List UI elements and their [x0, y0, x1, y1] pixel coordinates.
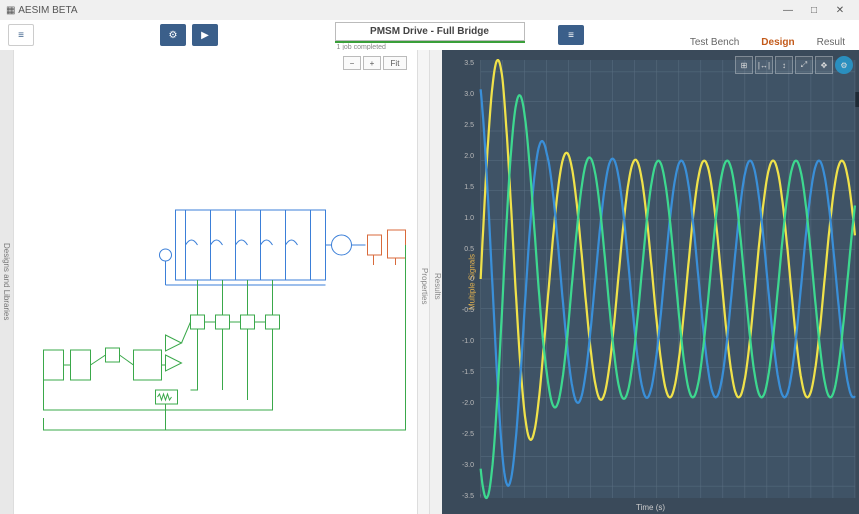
- toolbar: ≡ ⚙ ▶ PMSM Drive - Full Bridge 1 job com…: [0, 20, 859, 50]
- project-title-box: PMSM Drive - Full Bridge 1 job completed: [335, 22, 525, 51]
- main: Designs and Libraries − + Fit: [0, 50, 859, 514]
- gear-icon: ⚙: [169, 30, 178, 41]
- app-title: AESIM BETA: [18, 5, 77, 16]
- gear-icon: ⚙: [840, 61, 847, 70]
- chart-canvas[interactable]: [442, 50, 859, 514]
- results-panel: ⊞ |↔| ↕ ⤢ ✥ ⚙ Multiple Signals Time (s) …: [442, 50, 859, 514]
- titlebar: ▦ AESIM BETA — □ ✕: [0, 0, 859, 20]
- zoom-controls: − + Fit: [343, 56, 407, 70]
- schematic-canvas[interactable]: [14, 90, 417, 490]
- properties-rail[interactable]: Properties: [418, 50, 430, 514]
- maximize-button[interactable]: □: [801, 1, 827, 19]
- design-panel[interactable]: − + Fit: [14, 50, 418, 514]
- chart-reset-button[interactable]: ⊞: [735, 56, 753, 74]
- chart-pan-button[interactable]: ✥: [815, 56, 833, 74]
- chart-toolbar: ⊞ |↔| ↕ ⤢ ✥ ⚙: [735, 56, 853, 74]
- run-button[interactable]: ▶: [192, 24, 218, 46]
- designs-libraries-rail[interactable]: Designs and Libraries: [0, 50, 14, 514]
- minimize-button[interactable]: —: [775, 1, 801, 19]
- zoom-out-button[interactable]: −: [343, 56, 361, 70]
- chart-expand-button[interactable]: ⤢: [795, 56, 813, 74]
- close-button[interactable]: ✕: [827, 1, 853, 19]
- play-icon: ▶: [201, 30, 209, 41]
- zoom-fit-button[interactable]: Fit: [383, 56, 407, 70]
- results-rail[interactable]: Results: [430, 50, 442, 514]
- settings-button[interactable]: ⚙: [160, 24, 186, 46]
- chart-zoom-x-button[interactable]: |↔|: [755, 56, 773, 74]
- menu-button[interactable]: ≡: [8, 24, 34, 46]
- app-icon: ▦: [6, 5, 15, 16]
- chart-zoom-y-button[interactable]: ↕: [775, 56, 793, 74]
- zoom-in-button[interactable]: +: [363, 56, 381, 70]
- layout-mode-button[interactable]: ≡: [558, 25, 584, 45]
- chart-settings-button[interactable]: ⚙: [835, 56, 853, 74]
- project-title[interactable]: PMSM Drive - Full Bridge: [335, 22, 525, 41]
